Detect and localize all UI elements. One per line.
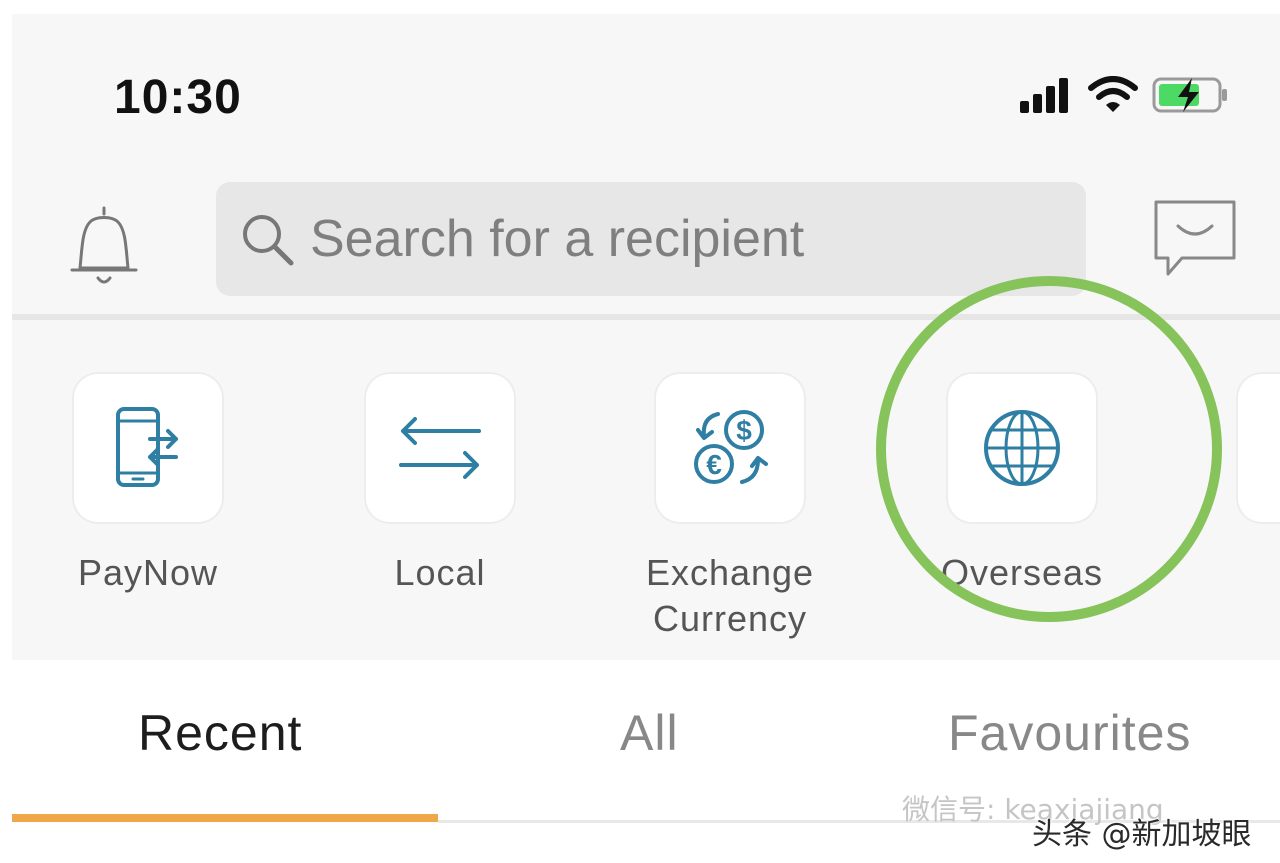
action-label: Overseas: [940, 552, 1104, 593]
svg-text:€: €: [706, 449, 722, 480]
status-icons: [1018, 76, 1230, 114]
action-tile-partial[interactable]: [1238, 374, 1280, 522]
action-tile[interactable]: [948, 374, 1096, 522]
transfer-arrows-icon: [399, 417, 481, 479]
status-time: 10:30: [114, 71, 242, 124]
tab-all[interactable]: All: [620, 704, 679, 762]
active-tab-indicator: [12, 814, 438, 822]
search-icon: [243, 215, 294, 266]
battery-charging-icon: [1152, 77, 1227, 113]
chat-icon[interactable]: [1152, 196, 1238, 282]
currency-exchange-icon: $ €: [694, 410, 768, 484]
action-tile[interactable]: $ €: [656, 374, 804, 522]
wifi-icon: [1088, 76, 1138, 112]
action-label: PayNow: [77, 552, 219, 593]
action-paynow[interactable]: PayNow: [48, 374, 248, 596]
action-local[interactable]: Local: [340, 374, 540, 596]
header-divider: [12, 314, 1280, 320]
action-label: Local: [394, 552, 486, 593]
watermark-line2: 头条 @新加坡眼: [1032, 817, 1252, 852]
action-exchange-currency[interactable]: $ € Exchange Currency: [630, 374, 830, 642]
app-screen: 10:30 Search for a recipient PayNow Loca…: [12, 14, 1280, 863]
signal-icon: [1020, 78, 1068, 113]
tab-recent[interactable]: Recent: [138, 704, 302, 762]
search-input[interactable]: [308, 198, 1086, 280]
tab-favourites[interactable]: Favourites: [948, 704, 1191, 762]
action-tile[interactable]: [366, 374, 514, 522]
globe-icon: [984, 410, 1060, 486]
search-bar[interactable]: [216, 182, 1086, 296]
action-label: Exchange Currency: [645, 552, 815, 639]
action-tile[interactable]: [74, 374, 222, 522]
action-overseas[interactable]: Overseas: [922, 374, 1122, 596]
phone-transfer-icon: [116, 407, 178, 487]
bell-icon[interactable]: [68, 204, 140, 294]
svg-text:$: $: [736, 415, 752, 446]
